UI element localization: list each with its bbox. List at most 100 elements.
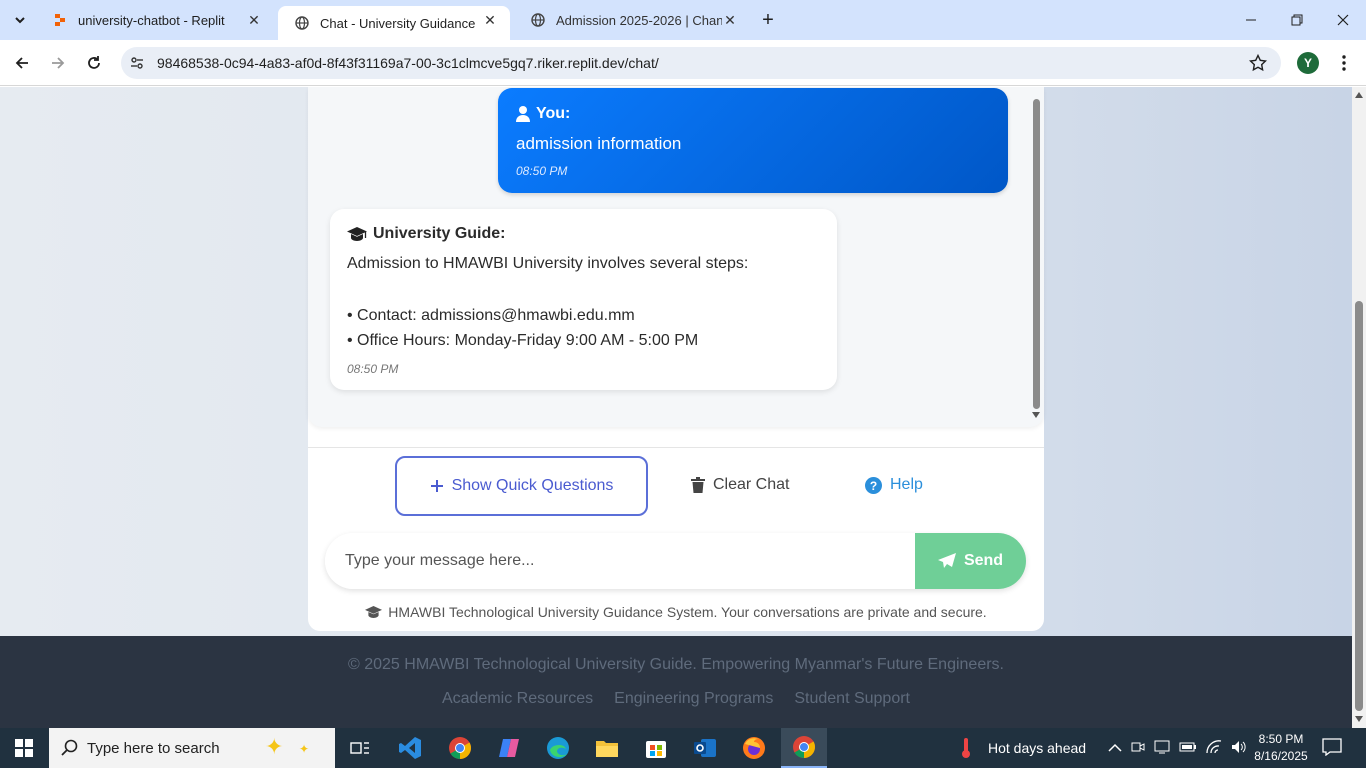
vscode-icon[interactable] <box>390 732 430 764</box>
footer-copyright: © 2025 HMAWBI Technological University G… <box>347 656 1004 673</box>
footer-link-engineering-programs[interactable]: Engineering Programs <box>614 690 773 708</box>
new-tab-button[interactable]: + <box>756 8 780 32</box>
chevron-up-icon[interactable] <box>1108 740 1122 756</box>
system-tray-icons[interactable] <box>1108 728 1247 768</box>
tab-title: Chat - University Guidance <box>320 15 476 31</box>
footer-link-student-support[interactable]: Student Support <box>794 690 910 708</box>
search-icon <box>61 739 78 756</box>
back-button[interactable] <box>9 50 35 76</box>
start-button[interactable] <box>0 728 48 768</box>
store-icon[interactable] <box>636 732 676 764</box>
send-label: Send <box>963 552 1004 569</box>
edge-icon[interactable] <box>538 732 578 764</box>
clock-date: 8/16/2025 <box>1254 749 1308 763</box>
site-settings-icon[interactable] <box>129 55 145 76</box>
reload-icon <box>88 56 100 69</box>
display-icon[interactable] <box>1154 740 1170 757</box>
paper-plane-icon <box>937 553 956 568</box>
user-message-time: 08:50 PM <box>516 164 568 178</box>
address-bar[interactable]: 98468538-0c94-4a83-af0d-8f43f31169a7-00-… <box>121 47 1281 79</box>
taskbar-search[interactable]: Type here to search ✦ ✦ <box>49 728 335 768</box>
clear-chat-button[interactable]: Clear Chat <box>691 476 789 494</box>
chat-card: You: admission information 08:50 PM Univ… <box>308 87 1044 631</box>
show-quick-questions-button[interactable]: Show Quick Questions <box>395 456 648 516</box>
chat-scrollbar[interactable] <box>1030 87 1042 427</box>
close-tab-icon[interactable]: ✕ <box>246 12 262 28</box>
privacy-text: HMAWBI Technological University Guidance… <box>388 604 987 620</box>
help-button[interactable]: ? Help <box>865 476 923 494</box>
profile-avatar[interactable]: Y <box>1297 52 1319 74</box>
more-vertical-icon <box>1342 55 1346 71</box>
minimize-icon <box>1246 19 1256 21</box>
message-composer: Send <box>325 533 1026 589</box>
taskbar-clock[interactable]: 8:50 PM 8/16/2025 <box>1248 731 1314 765</box>
weather-widget[interactable]: Hot days ahead <box>958 728 1086 768</box>
windows-logo-icon <box>15 739 33 757</box>
url-text: 98468538-0c94-4a83-af0d-8f43f31169a7-00-… <box>157 55 659 71</box>
browser-tab-strip: university-chatbot - Replit ✕ Chat - Uni… <box>0 0 1366 40</box>
bot-message-line: • Office Hours: Monday-Friday 9:00 AM - … <box>347 332 699 349</box>
graduation-cap-icon <box>347 227 367 241</box>
copilot-icon[interactable] <box>489 732 529 764</box>
chat-scrollbar-thumb[interactable] <box>1033 99 1040 409</box>
notifications-button[interactable] <box>1322 738 1344 758</box>
meet-icon[interactable] <box>1131 740 1145 757</box>
scroll-down-arrow-icon[interactable] <box>1354 715 1364 723</box>
arrow-left-icon <box>15 57 28 69</box>
globe-icon <box>294 15 310 31</box>
forward-button[interactable] <box>45 50 71 76</box>
message-input[interactable] <box>325 533 915 589</box>
close-window-button[interactable] <box>1320 0 1366 40</box>
tab-chat[interactable]: Chat - University Guidance ✕ <box>278 6 510 40</box>
file-explorer-icon[interactable] <box>587 732 627 764</box>
minimize-button[interactable] <box>1228 0 1274 40</box>
clock-time: 8:50 PM <box>1258 732 1304 746</box>
tab-replit[interactable]: university-chatbot - Replit ✕ <box>36 0 274 40</box>
page-scrollbar-thumb[interactable] <box>1355 301 1363 711</box>
send-button[interactable]: Send <box>915 533 1026 589</box>
notification-icon <box>1322 738 1342 757</box>
help-label: Help <box>890 476 923 493</box>
scroll-up-arrow-icon[interactable] <box>1354 91 1364 99</box>
footer-link-academic-resources[interactable]: Academic Resources <box>442 690 593 708</box>
copilot-sparkle-icon: ✦ <box>265 734 284 759</box>
page-scrollbar[interactable] <box>1352 87 1366 728</box>
volume-icon[interactable] <box>1231 740 1247 757</box>
firefox-icon[interactable] <box>734 732 774 764</box>
close-tab-icon[interactable]: ✕ <box>722 12 738 28</box>
replit-icon <box>52 12 68 28</box>
clear-chat-label: Clear Chat <box>713 476 790 493</box>
battery-icon[interactable] <box>1179 740 1197 756</box>
arrow-right-icon <box>52 57 65 69</box>
page-viewport: You: admission information 08:50 PM Univ… <box>0 87 1352 728</box>
task-view-icon[interactable] <box>340 732 380 764</box>
restore-button[interactable] <box>1274 0 1320 40</box>
chat-messages[interactable]: You: admission information 08:50 PM Univ… <box>308 87 1044 427</box>
bot-sender: University Guide: <box>347 225 505 243</box>
bot-message-time: 08:50 PM <box>347 362 399 376</box>
user-sender: You: <box>516 105 570 123</box>
close-tab-icon[interactable]: ✕ <box>482 12 498 28</box>
graduation-cap-icon <box>365 606 383 618</box>
chrome-icon[interactable] <box>440 732 480 764</box>
user-message: You: admission information 08:50 PM <box>498 88 1008 193</box>
chevron-down-icon <box>15 17 25 24</box>
user-message-text: admission information <box>516 134 682 153</box>
browser-toolbar: 98468538-0c94-4a83-af0d-8f43f31169a7-00-… <box>0 40 1366 86</box>
thermometer-icon <box>962 738 970 758</box>
outlook-icon[interactable] <box>685 732 725 764</box>
chrome-active-icon[interactable] <box>781 728 827 768</box>
scroll-down-arrow-icon[interactable] <box>1031 411 1041 419</box>
wifi-icon[interactable] <box>1206 739 1222 757</box>
question-circle-icon: ? <box>865 476 882 494</box>
tab-search-dropdown[interactable] <box>8 8 32 32</box>
divider <box>308 447 1044 448</box>
tab-admission[interactable]: Admission 2025-2026 | Change ✕ <box>514 0 750 40</box>
plus-icon <box>430 480 443 492</box>
trash-icon <box>691 477 705 493</box>
search-placeholder: Type here to search <box>87 739 220 757</box>
bookmark-star-icon[interactable] <box>1248 53 1268 77</box>
tab-title: Admission 2025-2026 | Change <box>556 12 722 28</box>
browser-menu-button[interactable] <box>1334 52 1354 74</box>
reload-button[interactable] <box>81 50 107 76</box>
